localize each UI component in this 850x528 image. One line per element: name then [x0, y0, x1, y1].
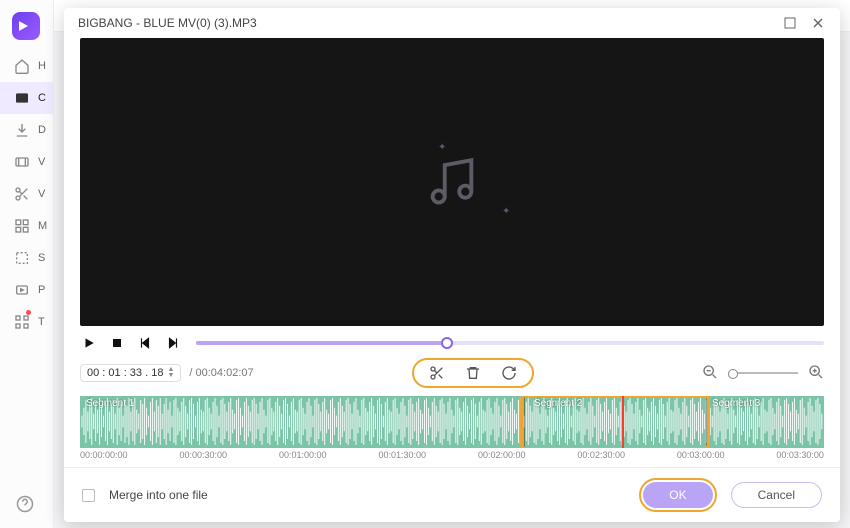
sidebar-item-0[interactable]: H: [0, 50, 53, 82]
segment-label-a: Segment 1: [86, 398, 134, 409]
sidebar-item-6[interactable]: M: [0, 210, 53, 242]
ok-button[interactable]: OK: [643, 482, 712, 508]
prev-button[interactable]: [136, 334, 154, 352]
seek-slider[interactable]: [196, 341, 824, 345]
help-icon[interactable]: [0, 495, 53, 518]
media-preview: ✦ ✦: [80, 38, 824, 326]
zoom-slider[interactable]: [728, 372, 798, 374]
play-button[interactable]: [80, 334, 98, 352]
zoom-out-button[interactable]: [702, 364, 718, 383]
reset-tool[interactable]: [500, 364, 518, 382]
ok-highlight: OK: [639, 478, 716, 512]
merge-label: Merge into one file: [109, 488, 208, 502]
sidebar-item-7[interactable]: S: [0, 242, 53, 274]
trim-dialog: BIGBANG - BLUE MV(0) (3).MP3 ✦ ✦: [64, 8, 840, 522]
sidebar-item-9[interactable]: T: [0, 306, 53, 338]
time-stepper[interactable]: ▲▼: [167, 367, 174, 379]
segment-label-c: Segment 3: [712, 398, 760, 409]
dialog-title: BIGBANG - BLUE MV(0) (3).MP3: [78, 16, 776, 30]
next-button[interactable]: [164, 334, 182, 352]
total-duration: / 00:04:02:07: [189, 367, 253, 379]
music-note-icon: [423, 153, 481, 211]
cut-tool[interactable]: [428, 364, 446, 382]
notification-dot-icon: [26, 310, 31, 315]
merge-checkbox[interactable]: [82, 489, 95, 502]
timeline-ticks: 00:00:00:00 00:00:30:00 00:01:00:00 00:0…: [80, 450, 824, 460]
sidebar-item-download[interactable]: D: [0, 114, 53, 146]
app-logo-icon: [12, 12, 40, 40]
sparkle-icon: ✦: [502, 206, 510, 217]
minimize-button[interactable]: [776, 12, 804, 34]
sidebar-item-cut[interactable]: V: [0, 178, 53, 210]
delete-tool[interactable]: [464, 364, 482, 382]
playhead[interactable]: [622, 396, 624, 448]
sidebar: H C D V V M S P T: [0, 0, 54, 528]
sidebar-item-convert[interactable]: C: [0, 82, 53, 114]
stop-button[interactable]: [108, 334, 126, 352]
time-input[interactable]: 00 : 01 : 33 . 18 ▲▼: [80, 364, 181, 382]
sidebar-item-8[interactable]: P: [0, 274, 53, 306]
edit-tools-highlight: [412, 358, 534, 388]
main-area: V BIGBANG - BLUE MV(0) (3).MP3 ✦ ✦: [54, 0, 850, 528]
sidebar-item-4[interactable]: V: [0, 146, 53, 178]
close-button[interactable]: [804, 12, 832, 34]
zoom-in-button[interactable]: [808, 364, 824, 383]
cancel-button[interactable]: Cancel: [731, 482, 822, 508]
waveform-timeline[interactable]: Segment 1 Segment 2 Segment 3: [80, 396, 824, 448]
selection-highlight: [520, 396, 710, 448]
sparkle-icon: ✦: [438, 142, 446, 153]
